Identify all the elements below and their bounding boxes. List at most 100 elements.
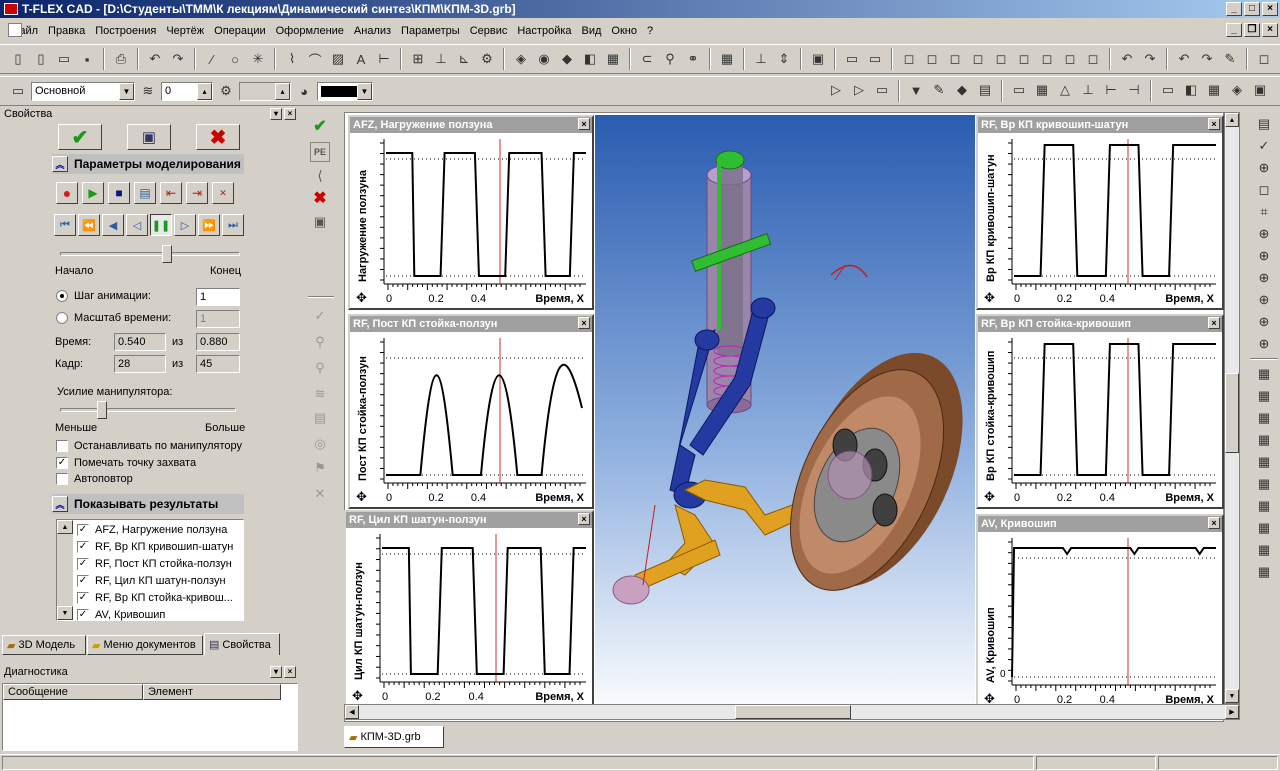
doc-restore-button[interactable]: ❐ xyxy=(1244,23,1260,37)
line-icon[interactable]: ∕ xyxy=(202,49,222,69)
col-message[interactable]: Сообщение xyxy=(3,684,143,700)
plot-afz[interactable]: AFZ, Нагружение ползуна × Нагружение полз… xyxy=(348,115,594,310)
tool-3-icon[interactable]: ⚲ xyxy=(310,358,330,378)
grid-icon[interactable]: ⊞ xyxy=(408,49,428,69)
mark-checkbox[interactable]: ✓ xyxy=(56,457,68,469)
col-element[interactable]: Элемент xyxy=(143,684,281,700)
close-icon[interactable]: × xyxy=(578,118,590,130)
close-icon[interactable]: × xyxy=(1208,317,1220,329)
tool-2-icon[interactable]: ⚲ xyxy=(310,332,330,352)
diag-close-button[interactable]: × xyxy=(284,666,296,678)
result-checkbox[interactable]: ✓ xyxy=(77,574,89,587)
v8-icon[interactable]: ◻ xyxy=(1060,49,1080,69)
fast-forward-button[interactable]: ⏩ xyxy=(198,214,220,236)
go-start-button[interactable]: ⇤ xyxy=(160,182,182,204)
scroll-up-icon[interactable]: ▲ xyxy=(57,520,73,534)
tool-4-icon[interactable]: ≋ xyxy=(310,384,330,404)
window-icon[interactable]: ▣ xyxy=(310,212,330,232)
tab-3d-model[interactable]: ▰ 3D Модель xyxy=(2,635,86,655)
result-checkbox[interactable]: ✓ xyxy=(77,591,89,604)
format-tool-5-icon[interactable]: ✎ xyxy=(929,80,949,100)
tool-7-icon[interactable]: ⚑ xyxy=(310,458,330,478)
w1-icon[interactable]: ▭ xyxy=(842,49,862,69)
measure-icon[interactable]: ⊥ xyxy=(751,49,771,69)
format-tool-20-icon[interactable]: ▣ xyxy=(1250,80,1270,100)
scroll-thumb[interactable] xyxy=(735,705,851,719)
view-icon[interactable]: ◉ xyxy=(534,49,554,69)
format-tool-11-icon[interactable]: △ xyxy=(1055,80,1075,100)
close-icon[interactable]: × xyxy=(1208,118,1220,130)
result-checkbox[interactable]: ✓ xyxy=(77,540,89,553)
panel-close-button[interactable]: × xyxy=(284,108,296,120)
cancel-icon[interactable]: ✖ xyxy=(310,188,330,208)
view-tool-12-icon[interactable]: ▦ xyxy=(1254,364,1274,384)
tool-6-icon[interactable]: ◎ xyxy=(310,434,330,454)
view-tool-18-icon[interactable]: ▦ xyxy=(1254,496,1274,516)
results-scrollbar[interactable]: ▲ ▼ xyxy=(57,520,73,620)
format-tool-9-icon[interactable]: ▭ xyxy=(1009,80,1029,100)
menu-build[interactable]: Построения xyxy=(90,25,161,37)
diag-pin-button[interactable]: ▾ xyxy=(270,666,282,678)
format-tool-18-icon[interactable]: ▦ xyxy=(1204,80,1224,100)
layer-select[interactable]: Основной ▼ xyxy=(31,81,135,101)
plot-rot-crank-rod[interactable]: RF, Вр КП кривошип-шатун × Вр КП кривошип… xyxy=(976,115,1224,310)
format-tool-17-icon[interactable]: ◧ xyxy=(1181,80,1201,100)
view-tool-5-icon[interactable]: ⊕ xyxy=(1254,224,1274,244)
print-icon[interactable]: ⎙ xyxy=(111,49,131,69)
d1-icon[interactable]: ↶ xyxy=(1174,49,1194,69)
result-checkbox[interactable]: ✓ xyxy=(77,557,89,570)
format-tool-19-icon[interactable]: ◈ xyxy=(1227,80,1247,100)
play-forward-button[interactable]: ▷ xyxy=(174,214,196,236)
new-icon[interactable]: ▯ xyxy=(8,49,28,69)
stop-checkbox[interactable] xyxy=(56,440,68,452)
format-tool-14-icon[interactable]: ⊣ xyxy=(1124,80,1144,100)
plot-prismatic-stand-slider[interactable]: RF, Пост КП стойка-ползун × Пост КП стойк… xyxy=(348,314,594,509)
result-item[interactable]: ✓ RF, Вр КП кривошип-шатун xyxy=(77,538,243,555)
anim-step-radio[interactable] xyxy=(56,290,68,302)
priority-icon[interactable]: ⚙ xyxy=(216,81,236,101)
format-tool-0-icon[interactable]: ▷ xyxy=(826,80,846,100)
u1-icon[interactable]: ↶ xyxy=(1117,49,1137,69)
timeline-slider-track[interactable] xyxy=(60,252,240,256)
format-tool-6-icon[interactable]: ◆ xyxy=(952,80,972,100)
link-icon[interactable]: ⚭ xyxy=(683,49,703,69)
view-tool-0-icon[interactable]: ▤ xyxy=(1254,114,1274,134)
play-back-button[interactable]: ◁ xyxy=(126,214,148,236)
view-tool-6-icon[interactable]: ⊕ xyxy=(1254,246,1274,266)
rewind-button[interactable]: ⏪ xyxy=(78,214,100,236)
scroll-down-icon[interactable]: ▼ xyxy=(57,606,73,620)
save-icon[interactable]: ▪ xyxy=(77,49,97,69)
close-icon[interactable]: × xyxy=(578,513,590,525)
body-icon[interactable]: ◈ xyxy=(511,49,531,69)
layers-icon[interactable]: ▦ xyxy=(603,49,623,69)
v7-icon[interactable]: ◻ xyxy=(1037,49,1057,69)
menu-view[interactable]: Вид xyxy=(577,25,607,37)
apply-icon[interactable]: ✔ xyxy=(310,116,330,136)
w2-icon[interactable]: ▭ xyxy=(865,49,885,69)
priority-stepper[interactable]: ▴ xyxy=(239,81,291,101)
results-section-header[interactable]: ︽ Показывать результаты xyxy=(52,494,244,514)
level-stepper[interactable]: 0 ▴ xyxy=(161,81,213,101)
close-icon[interactable]: × xyxy=(578,317,590,329)
point-icon[interactable]: ✳ xyxy=(248,49,268,69)
menu-format[interactable]: Оформление xyxy=(271,25,349,37)
menu-edit[interactable]: Правка xyxy=(43,25,90,37)
axis-icon[interactable]: ⊾ xyxy=(454,49,474,69)
circle-icon[interactable]: ○ xyxy=(225,49,245,69)
time-scale-radio[interactable] xyxy=(56,312,68,324)
plot-cyl-rod-slider[interactable]: RF, Цил КП шатун-ползун × Цил КП шатун-по… xyxy=(344,510,594,708)
view-tool-16-icon[interactable]: ▦ xyxy=(1254,452,1274,472)
plot-av-crank[interactable]: AV, Кривошип × AV, Кривошип 0 ✥ 0 0.2 0.4 Время… xyxy=(976,514,1224,711)
tab-doc-menu[interactable]: ▰ Меню документов xyxy=(87,635,203,655)
v5-icon[interactable]: ◻ xyxy=(991,49,1011,69)
format-tool-2-icon[interactable]: ▭ xyxy=(872,80,892,100)
d4-icon[interactable]: ◻ xyxy=(1254,49,1274,69)
minimize-button[interactable]: _ xyxy=(1226,2,1242,16)
d3-icon[interactable]: ✎ xyxy=(1220,49,1240,69)
horizontal-scrollbar[interactable]: ◀ ▶ xyxy=(344,704,1240,720)
menu-operations[interactable]: Операции xyxy=(209,25,270,37)
vertical-scrollbar[interactable]: ▲ ▼ xyxy=(1224,112,1240,704)
ok-button[interactable]: ✔ xyxy=(58,124,102,150)
undo-icon[interactable]: ↶ xyxy=(145,49,165,69)
redo-icon[interactable]: ↷ xyxy=(168,49,188,69)
